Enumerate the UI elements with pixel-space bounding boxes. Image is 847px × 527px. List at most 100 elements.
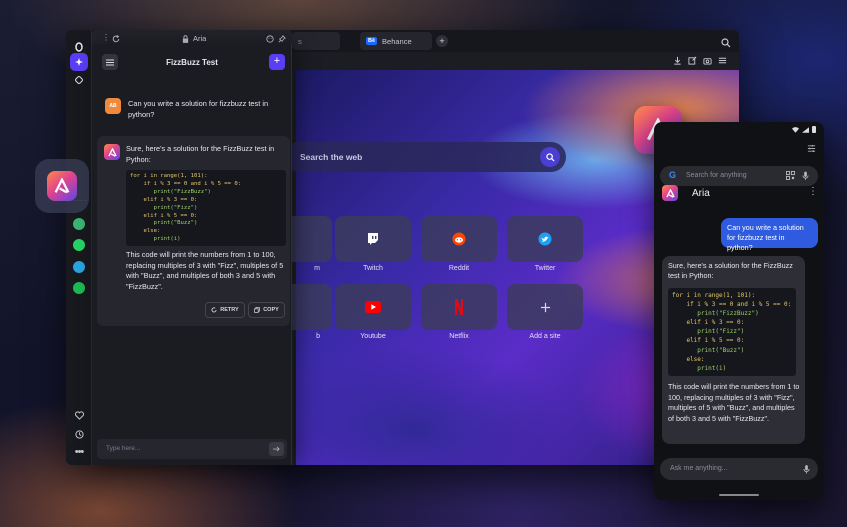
speed-dial-tile-youtube[interactable]	[335, 284, 411, 330]
aria-logo-icon	[54, 178, 70, 194]
code-line: elif i % 3 == 0:	[686, 319, 745, 327]
lock-icon	[182, 35, 189, 43]
speed-dial-tile-twitter[interactable]	[507, 216, 583, 262]
tab-behance[interactable]: Bē Behance	[360, 32, 432, 50]
phone-more-icon[interactable]: ⋮	[808, 186, 818, 197]
reddit-icon	[452, 232, 466, 246]
tile-label: Netflix	[449, 333, 469, 340]
code-line: for i in range(1, 101):	[130, 173, 208, 179]
phone-chat-input[interactable]: Ask me anything...	[660, 458, 818, 480]
aria-reply-outro: This code will print the numbers from 1 …	[126, 250, 284, 291]
behance-icon: Bē	[366, 37, 378, 45]
emoji-icon[interactable]	[266, 35, 274, 43]
code-line: elif i % 3 == 0:	[143, 196, 198, 203]
chat-input-placeholder: Type here...	[106, 445, 141, 452]
phone-user-bubble: Can you write a solution for fizzbuzz te…	[721, 218, 818, 252]
aria-logo-frame	[35, 159, 89, 213]
code-line: if i % 3 == 0 and i % 5 == 0:	[143, 180, 242, 187]
chat-input[interactable]: Type here...	[97, 439, 287, 459]
send-button[interactable]	[269, 442, 284, 456]
search-button[interactable]	[540, 147, 560, 167]
retry-icon	[211, 307, 217, 313]
new-chat-button[interactable]: +	[269, 54, 285, 70]
twitch-icon	[368, 233, 378, 245]
settings-sliders-icon[interactable]	[718, 56, 727, 65]
chat-title: FizzBuzz Test	[166, 58, 218, 67]
tune-icon[interactable]	[807, 144, 816, 153]
more-icon[interactable]: •••	[70, 443, 88, 461]
aria-reply-card: Sure, here's a solution for the FizzBuzz…	[97, 136, 290, 326]
phone-code-block: for i in range(1, 101): if i % 3 == 0 an…	[668, 288, 796, 376]
wifi-icon	[792, 126, 799, 133]
aria-avatar	[104, 144, 120, 160]
search-placeholder: Search the web	[300, 152, 363, 162]
code-line: print("Buzz")	[697, 346, 745, 354]
download-icon[interactable]	[673, 56, 682, 65]
phone-aria-avatar	[662, 185, 678, 201]
code-line: if i % 3 == 0 and i % 5 == 0:	[686, 301, 792, 309]
speed-dial-tile-reddit[interactable]	[421, 216, 497, 262]
speed-dial-add-site[interactable]	[507, 284, 583, 330]
home-indicator	[719, 494, 759, 496]
mic-icon[interactable]	[802, 171, 809, 180]
menu-dots-icon[interactable]: ⋮	[102, 33, 110, 42]
code-line: print("Fizz")	[697, 328, 745, 336]
speed-dial-tile-twitch[interactable]	[335, 216, 411, 262]
phone-screen: G Search for anything Aria ⋮ Can you wri…	[654, 122, 824, 500]
tile-label: Twitter	[534, 265, 556, 272]
qr-icon[interactable]	[786, 171, 795, 180]
code-line: print("FizzBuzz")	[697, 310, 759, 318]
user-message: Can you write a solution for fizzbuzz te…	[128, 99, 269, 119]
phone-input-placeholder: Ask me anything...	[670, 465, 728, 472]
code-line: for i in range(1, 101):	[672, 292, 756, 299]
code-line: elif i % 5 == 0:	[143, 212, 198, 219]
signal-icon	[802, 126, 809, 133]
retry-button[interactable]: RETRY	[205, 302, 245, 318]
whatsapp-icon[interactable]	[73, 239, 85, 251]
plus-icon	[540, 302, 550, 312]
speed-dial-search[interactable]: Search the web	[284, 142, 566, 172]
aria-logo-tile	[47, 171, 77, 201]
code-line: elif i % 5 == 0:	[686, 337, 745, 345]
code-line: print("Fizz")	[153, 204, 198, 211]
phone-search-bar[interactable]: G Search for anything	[660, 166, 818, 186]
user-avatar: AB	[105, 98, 121, 114]
pin-icon[interactable]	[278, 35, 286, 43]
aria-chat-panel: FizzBuzz Test + AB Can you write a solut…	[92, 44, 292, 465]
send-arrow-icon	[273, 446, 280, 452]
browser-sidebar: •••	[66, 30, 92, 465]
google-icon: G	[669, 170, 677, 180]
aria-url-title: Aria	[193, 34, 207, 43]
search-icon	[545, 152, 555, 162]
code-line: print(i)	[153, 236, 181, 243]
copy-button[interactable]: COPY	[248, 302, 285, 318]
mic-icon[interactable]	[803, 464, 810, 474]
chatgpt-icon[interactable]	[73, 218, 85, 230]
phone-aria-bubble: Sure, here's a solution for the FizzBuzz…	[662, 256, 805, 444]
tile-label: Reddit	[448, 265, 470, 272]
aria-logo-icon	[107, 147, 117, 157]
aria-sidebar-button[interactable]	[70, 53, 88, 71]
speed-dial-tile-netflix[interactable]	[421, 284, 497, 330]
code-block: for i in range(1, 101): if i % 3 == 0 an…	[126, 170, 286, 246]
phone-reply-intro: Sure, here's a solution for the FizzBuzz…	[668, 261, 793, 280]
aria-logo-icon	[665, 188, 675, 198]
edit-icon[interactable]	[688, 56, 697, 65]
youtube-icon	[365, 301, 381, 313]
code-line: print(i)	[697, 364, 727, 372]
code-line: else:	[143, 228, 161, 235]
diamond-icon[interactable]	[70, 71, 88, 89]
new-tab-button[interactable]: +	[436, 35, 448, 47]
status-bar	[792, 126, 816, 133]
spotify-icon[interactable]	[73, 282, 85, 294]
camera-icon[interactable]	[703, 56, 712, 65]
history-icon[interactable]	[70, 425, 88, 443]
heart-icon[interactable]	[70, 406, 88, 424]
twitter-icon	[538, 232, 552, 246]
reload-icon[interactable]	[112, 35, 120, 43]
tab-partial[interactable]: s	[292, 32, 340, 50]
tile-label: Youtube	[360, 333, 386, 340]
tile-label: Twitch	[363, 265, 383, 272]
tab-search-icon[interactable]	[721, 35, 731, 53]
telegram-icon[interactable]	[73, 261, 85, 273]
